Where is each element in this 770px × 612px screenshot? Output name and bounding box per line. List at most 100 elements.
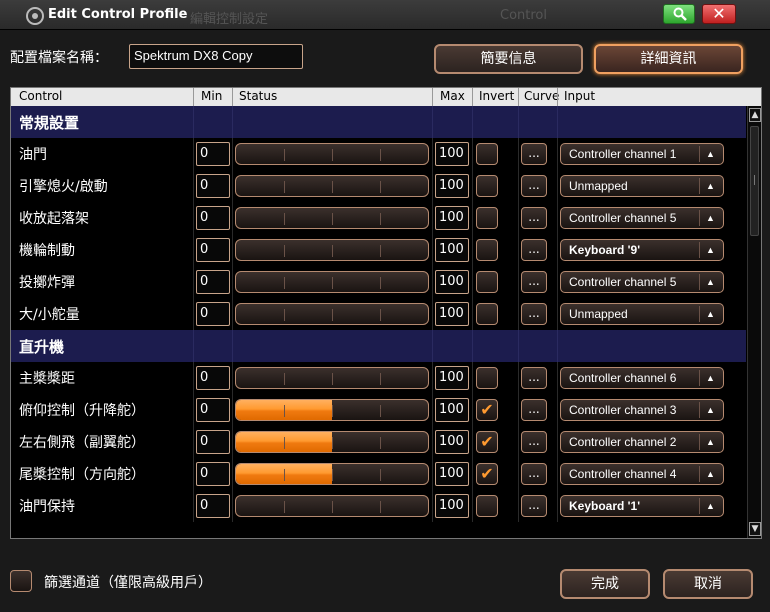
curve-button[interactable]: ... <box>521 463 547 485</box>
input-select[interactable]: Unmapped ▲ <box>560 303 724 325</box>
status-tick <box>380 437 381 449</box>
input-select[interactable]: Controller channel 6 ▲ <box>560 367 724 389</box>
curve-button[interactable]: ... <box>521 271 547 293</box>
status-bar <box>235 239 429 261</box>
input-select[interactable]: Controller channel 4 ▲ <box>560 463 724 485</box>
invert-checkbox[interactable]: ✔ <box>476 399 498 421</box>
col-max: Max <box>440 89 465 103</box>
curve-button[interactable]: ... <box>521 207 547 229</box>
min-input[interactable]: 0 <box>196 366 230 390</box>
status-tick <box>284 149 285 161</box>
status-tick <box>284 469 285 481</box>
min-input[interactable]: 0 <box>196 494 230 518</box>
status-bar <box>235 463 429 485</box>
invert-checkbox[interactable] <box>476 143 498 165</box>
invert-checkbox[interactable] <box>476 175 498 197</box>
dropdown-arrow-icon[interactable]: ▲ <box>699 498 721 514</box>
control-label: 油門保持 <box>19 499 75 515</box>
min-input[interactable]: 0 <box>196 174 230 198</box>
max-input[interactable]: 100 <box>435 430 469 454</box>
ok-button[interactable]: 完成 <box>560 569 650 599</box>
input-select[interactable]: Unmapped ▲ <box>560 175 724 197</box>
curve-button[interactable]: ... <box>521 175 547 197</box>
col-input: Input <box>564 89 596 103</box>
status-tick <box>380 373 381 385</box>
detail-button[interactable]: 詳細資訊 <box>594 44 743 74</box>
scroll-thumb[interactable] <box>750 126 759 236</box>
dropdown-arrow-icon[interactable]: ▲ <box>699 242 721 258</box>
scroll-up-icon[interactable]: ▲ <box>749 108 761 122</box>
control-row: 俯仰控制（升降舵） 0 100 ✔... Controller channel 3 ▲ <box>11 394 746 426</box>
section-title: 常規設置 <box>19 114 80 132</box>
status-tick <box>380 277 381 289</box>
filter-channels-checkbox[interactable] <box>10 570 32 592</box>
status-tick <box>284 405 285 417</box>
status-tick <box>380 405 381 417</box>
max-input[interactable]: 100 <box>435 398 469 422</box>
min-input[interactable]: 0 <box>196 430 230 454</box>
invert-checkbox[interactable] <box>476 271 498 293</box>
max-input[interactable]: 100 <box>435 302 469 326</box>
curve-button[interactable]: ... <box>521 431 547 453</box>
vertical-scrollbar[interactable]: ▲ ▼ <box>747 106 761 538</box>
invert-checkbox[interactable] <box>476 495 498 517</box>
scroll-down-icon[interactable]: ▼ <box>749 522 761 536</box>
cancel-button[interactable]: 取消 <box>663 569 753 599</box>
min-input[interactable]: 0 <box>196 206 230 230</box>
curve-button[interactable]: ... <box>521 143 547 165</box>
input-select[interactable]: Controller channel 2 ▲ <box>560 431 724 453</box>
input-select[interactable]: Controller channel 5 ▲ <box>560 207 724 229</box>
status-tick <box>332 405 333 417</box>
dropdown-arrow-icon[interactable]: ▲ <box>699 434 721 450</box>
dropdown-arrow-icon[interactable]: ▲ <box>699 274 721 290</box>
search-button[interactable] <box>663 4 695 24</box>
max-input[interactable]: 100 <box>435 366 469 390</box>
control-label: 收放起落架 <box>19 211 89 227</box>
status-tick <box>380 501 381 513</box>
dropdown-arrow-icon[interactable]: ▲ <box>699 402 721 418</box>
invert-checkbox[interactable] <box>476 239 498 261</box>
invert-checkbox[interactable] <box>476 367 498 389</box>
control-row: 左右側飛（副翼舵） 0 100 ✔... Controller channel 2 ▲ <box>11 426 746 458</box>
curve-button[interactable]: ... <box>521 495 547 517</box>
invert-checkbox[interactable]: ✔ <box>476 463 498 485</box>
max-input[interactable]: 100 <box>435 494 469 518</box>
min-input[interactable]: 0 <box>196 142 230 166</box>
title-bar: Edit Control Profile 編輯控制設定 Control ✕ <box>0 0 770 30</box>
invert-checkbox[interactable] <box>476 207 498 229</box>
max-input[interactable]: 100 <box>435 238 469 262</box>
profile-name-input[interactable]: Spektrum DX8 Copy <box>129 44 303 69</box>
dropdown-arrow-icon[interactable]: ▲ <box>699 210 721 226</box>
dropdown-arrow-icon[interactable]: ▲ <box>699 178 721 194</box>
input-select[interactable]: Controller channel 5 ▲ <box>560 271 724 293</box>
max-input[interactable]: 100 <box>435 462 469 486</box>
min-input[interactable]: 0 <box>196 462 230 486</box>
curve-button[interactable]: ... <box>521 303 547 325</box>
min-input[interactable]: 0 <box>196 270 230 294</box>
curve-button[interactable]: ... <box>521 399 547 421</box>
input-select[interactable]: Controller channel 1 ▲ <box>560 143 724 165</box>
min-input[interactable]: 0 <box>196 398 230 422</box>
summary-button[interactable]: 簡要信息 <box>434 44 583 74</box>
dropdown-arrow-icon[interactable]: ▲ <box>699 370 721 386</box>
input-select[interactable]: Controller channel 3 ▲ <box>560 399 724 421</box>
control-label: 機輪制動 <box>19 243 75 259</box>
curve-button[interactable]: ... <box>521 367 547 389</box>
invert-checkbox[interactable]: ✔ <box>476 431 498 453</box>
max-input[interactable]: 100 <box>435 142 469 166</box>
min-input[interactable]: 0 <box>196 238 230 262</box>
dropdown-arrow-icon[interactable]: ▲ <box>699 306 721 322</box>
invert-checkbox[interactable] <box>476 303 498 325</box>
dropdown-arrow-icon[interactable]: ▲ <box>699 466 721 482</box>
input-select[interactable]: Keyboard '9' ▲ <box>560 239 724 261</box>
dropdown-arrow-icon[interactable]: ▲ <box>699 146 721 162</box>
max-input[interactable]: 100 <box>435 206 469 230</box>
close-button[interactable]: ✕ <box>702 4 736 24</box>
status-tick <box>380 213 381 225</box>
curve-button[interactable]: ... <box>521 239 547 261</box>
max-input[interactable]: 100 <box>435 270 469 294</box>
col-status: Status <box>239 89 278 103</box>
min-input[interactable]: 0 <box>196 302 230 326</box>
input-select[interactable]: Keyboard '1' ▲ <box>560 495 724 517</box>
max-input[interactable]: 100 <box>435 174 469 198</box>
